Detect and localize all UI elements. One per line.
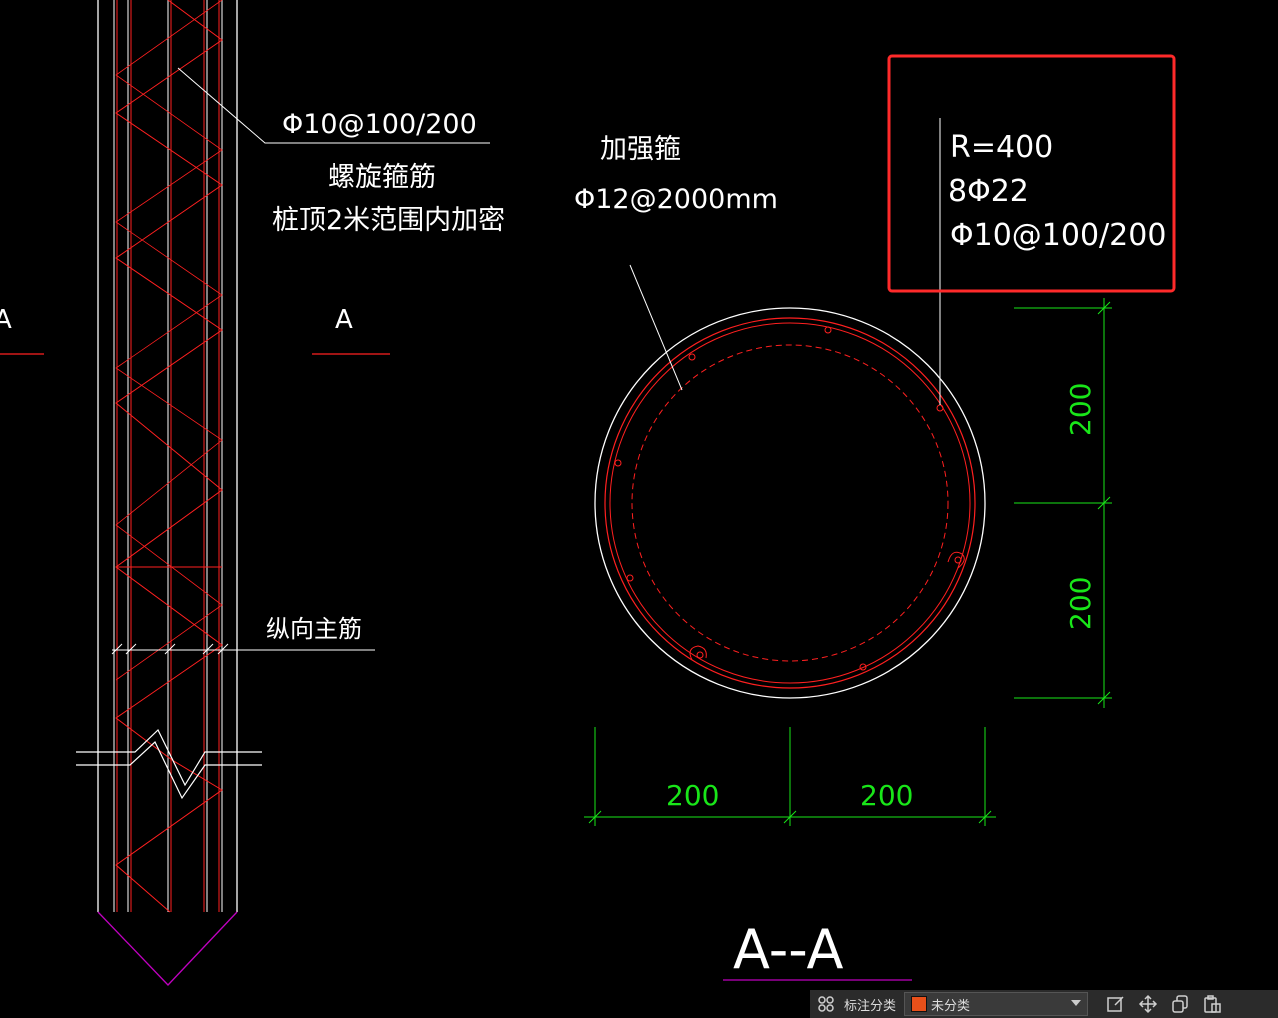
reinforcing-label: 加强箍 — [600, 134, 681, 165]
stirrup-spec-text: Φ10@100/200 — [282, 109, 477, 140]
copy-icon[interactable] — [1164, 990, 1196, 1018]
section-mark-left: A — [0, 305, 12, 335]
main-bar — [696, 651, 704, 659]
section-title: A--A — [733, 918, 844, 981]
pile-outline — [594, 307, 986, 699]
main-bar — [626, 574, 634, 582]
break-line — [76, 741, 262, 800]
reinforcing-leader — [629, 264, 683, 391]
paste-icon[interactable] — [1196, 990, 1228, 1018]
category-value: 未分类 — [931, 998, 971, 1014]
vertical-dimension — [1014, 298, 1112, 708]
pile-elevation — [76, 0, 375, 986]
move-icon[interactable] — [1132, 990, 1164, 1018]
annotation-statusbar: 标注分类 未分类 — [810, 990, 1278, 1018]
main-bar — [824, 326, 832, 334]
densify-note: 桩顶2米范围内加密 — [272, 205, 505, 236]
reinforcing-hoop — [631, 344, 949, 662]
hook — [947, 551, 965, 569]
spiral-hoop — [604, 317, 976, 689]
edit-icon[interactable] — [1100, 990, 1132, 1018]
main-bar — [936, 404, 944, 412]
main-bars — [614, 326, 965, 671]
info-radius: R=400 — [950, 130, 1053, 165]
pile-toe — [97, 911, 238, 986]
section-mark-right: A — [335, 305, 353, 335]
circular-section — [594, 307, 986, 699]
info-stirrups: Φ10@100/200 — [950, 218, 1166, 253]
spiral-stirrup — [115, 0, 223, 913]
chevron-down-icon — [1071, 1000, 1082, 1006]
spiral-hoop-inner — [609, 322, 971, 684]
highlight-box — [887, 54, 1176, 293]
category-dropdown[interactable]: 未分类 — [904, 992, 1089, 1016]
dim-vertical-top: 200 — [1064, 383, 1097, 436]
category-color-swatch — [911, 996, 928, 1012]
main-bar — [614, 459, 622, 467]
longitudinal-label: 纵向主筋 — [266, 615, 362, 643]
spiral-label: 螺旋箍筋 — [328, 162, 436, 193]
info-main-bars: 8Φ22 — [948, 174, 1029, 209]
main-bar — [954, 556, 962, 564]
category-label: 标注分类 — [844, 998, 897, 1014]
dim-horizontal-left: 200 — [666, 779, 719, 812]
main-bar — [688, 353, 696, 361]
statusbar-tools — [1100, 990, 1228, 1018]
tick — [164, 643, 176, 655]
dim-vertical-bottom: 200 — [1064, 577, 1097, 630]
apps-grid-icon[interactable] — [810, 990, 842, 1018]
dim-horizontal-right: 200 — [860, 779, 913, 812]
horizontal-dimension — [584, 727, 996, 826]
reinforcing-spec: Φ12@2000mm — [574, 184, 778, 215]
cad-drawing-canvas[interactable]: Φ10@100/200 螺旋箍筋 桩顶2米范围内加密 A A 纵向主筋 加强箍 … — [0, 0, 1278, 1018]
